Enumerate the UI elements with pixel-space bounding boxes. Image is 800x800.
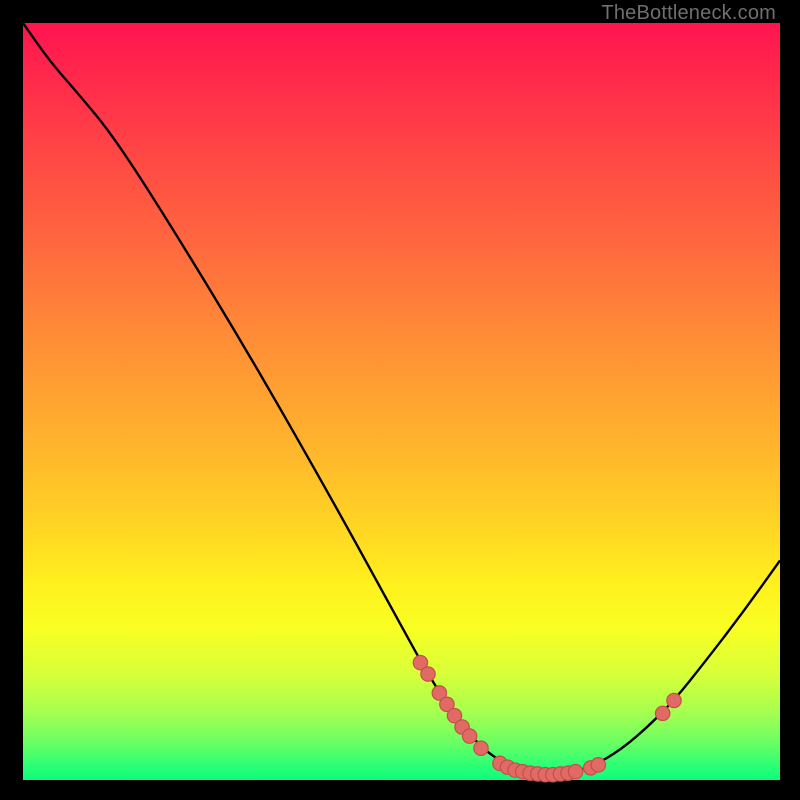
curve-line — [23, 23, 780, 774]
curve-markers — [413, 655, 681, 781]
curve-marker — [474, 741, 488, 755]
curve-marker — [667, 693, 681, 707]
bottleneck-curve — [23, 23, 780, 780]
plot-area — [23, 23, 780, 780]
curve-marker — [421, 667, 435, 681]
curve-marker — [568, 764, 582, 778]
curve-marker — [462, 729, 476, 743]
chart-stage: TheBottleneck.com — [0, 0, 800, 800]
curve-marker — [655, 706, 669, 720]
curve-marker — [591, 758, 605, 772]
watermark-text: TheBottleneck.com — [601, 2, 776, 25]
